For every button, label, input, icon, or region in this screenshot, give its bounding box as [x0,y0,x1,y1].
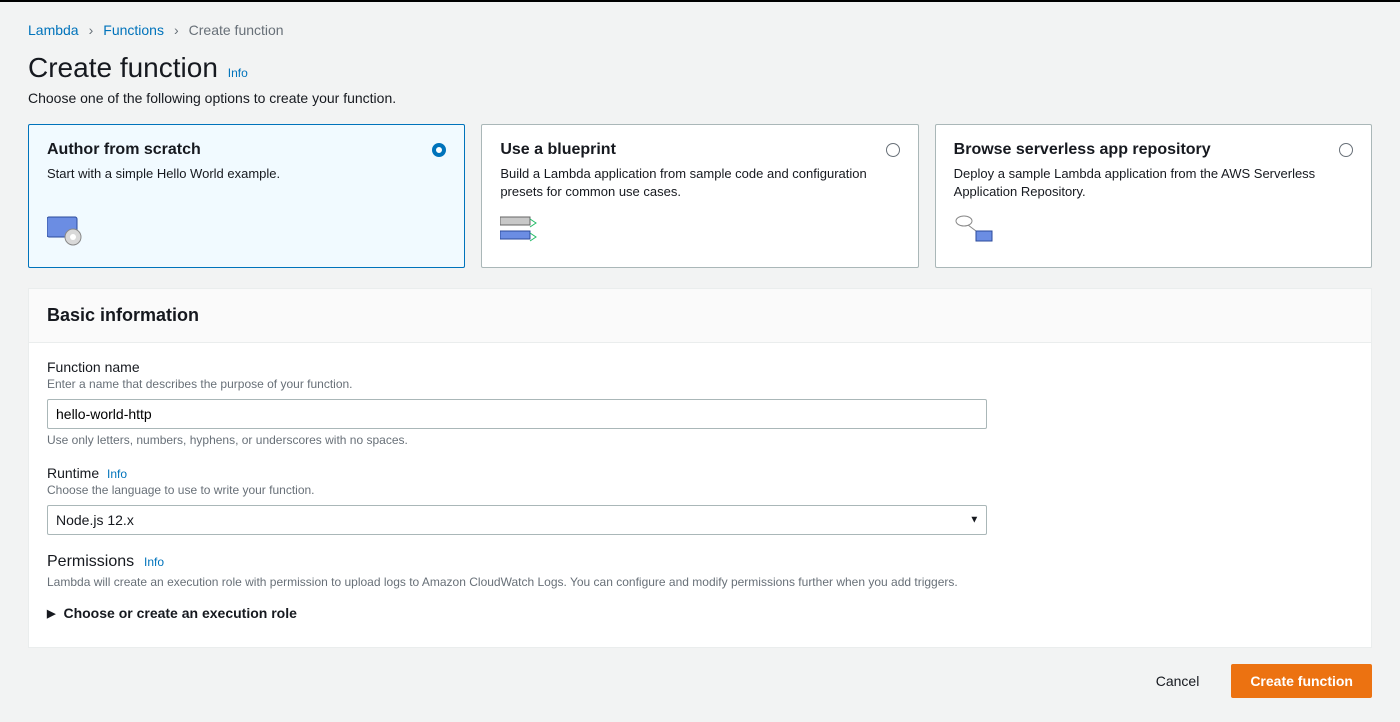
footer-actions: Cancel Create function [28,664,1372,698]
blueprint-icon [500,215,899,249]
option-use-blueprint[interactable]: Use a blueprint Build a Lambda applicati… [481,124,918,268]
cancel-button[interactable]: Cancel [1138,665,1218,697]
radio-icon [886,143,900,157]
runtime-label: Runtime [47,465,99,481]
page-info-link[interactable]: Info [228,66,248,80]
expander-label: Choose or create an execution role [63,605,296,621]
option-title: Use a blueprint [500,141,899,159]
option-serverless-repo[interactable]: Browse serverless app repository Deploy … [935,124,1372,268]
breadcrumb-functions[interactable]: Functions [103,22,164,38]
option-desc: Deploy a sample Lambda application from … [954,165,1353,201]
breadcrumb-lambda[interactable]: Lambda [28,22,79,38]
permissions-label: Permissions [47,553,134,571]
option-desc: Build a Lambda application from sample c… [500,165,899,201]
create-function-button[interactable]: Create function [1231,664,1372,698]
option-title: Author from scratch [47,141,446,159]
author-scratch-icon [47,213,446,247]
function-name-constraint: Use only letters, numbers, hyphens, or u… [47,433,1353,447]
basic-information-panel: Basic information Function name Enter a … [28,288,1372,648]
page-title: Create function [28,52,218,84]
serverless-repo-icon [954,215,1353,249]
chevron-right-icon: › [174,22,179,38]
page-subtitle: Choose one of the following options to c… [28,90,1372,106]
breadcrumb-current: Create function [189,22,284,38]
creation-options: Author from scratch Start with a simple … [28,124,1372,268]
option-author-from-scratch[interactable]: Author from scratch Start with a simple … [28,124,465,268]
function-name-hint: Enter a name that describes the purpose … [47,377,1353,391]
panel-header: Basic information [29,289,1371,343]
option-title: Browse serverless app repository [954,141,1353,159]
triangle-right-icon: ▶ [47,607,55,620]
execution-role-expander[interactable]: ▶ Choose or create an execution role [47,605,1353,621]
runtime-select[interactable]: Node.js 12.x [47,505,987,535]
radio-icon [1339,143,1353,157]
chevron-right-icon: › [89,22,94,38]
permissions-info-link[interactable]: Info [144,555,164,569]
breadcrumb: Lambda › Functions › Create function [28,14,1372,52]
function-name-input[interactable] [47,399,987,429]
permissions-section: Permissions Info Lambda will create an e… [47,553,1353,621]
runtime-info-link[interactable]: Info [107,467,127,481]
runtime-field: Runtime Info Choose the language to use … [47,465,1353,535]
function-name-label: Function name [47,359,1353,375]
option-desc: Start with a simple Hello World example. [47,165,446,199]
basic-information-heading: Basic information [47,305,1353,326]
function-name-field: Function name Enter a name that describe… [47,359,1353,447]
permissions-desc: Lambda will create an execution role wit… [47,575,1353,589]
runtime-hint: Choose the language to use to write your… [47,483,1353,497]
